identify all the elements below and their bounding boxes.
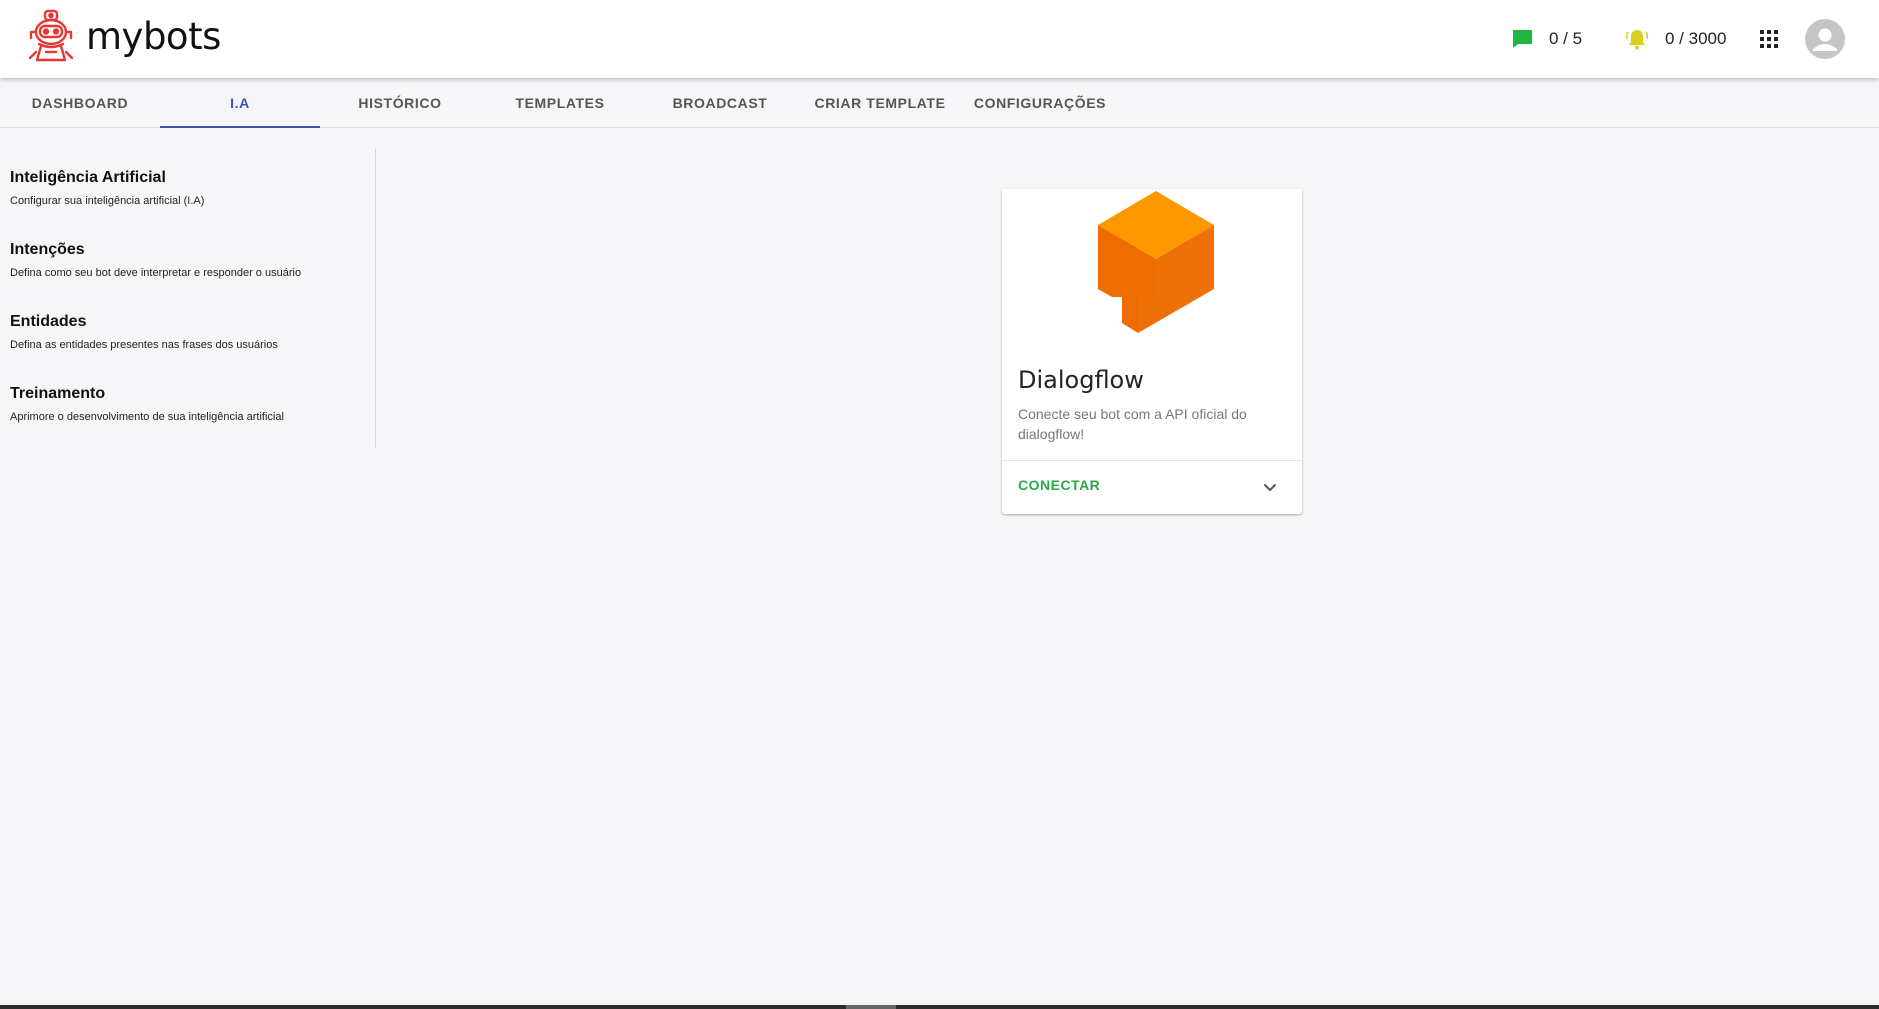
bottom-bar bbox=[0, 1005, 1879, 1009]
sidebar-item-entidades[interactable]: Entidades Defina as entidades presentes … bbox=[10, 313, 360, 351]
sidebar-item-description: Defina as entidades presentes nas frases… bbox=[10, 339, 278, 351]
dialogflow-card: Dialogflow Conecte seu bot com a API ofi… bbox=[1002, 189, 1302, 514]
top-app-bar: mybots 0 / 5 0 / 3000 bbox=[0, 0, 1879, 78]
bell-ringing-icon bbox=[1625, 30, 1649, 50]
card-description: Conecte seu bot com a API oficial do dia… bbox=[1018, 406, 1247, 442]
chat-bubble-icon bbox=[1513, 30, 1532, 48]
ia-sidebar: Inteligência Artificial Configurar sua i… bbox=[0, 149, 376, 448]
brand-name: mybots bbox=[86, 14, 221, 58]
brand-logo[interactable]: mybots bbox=[24, 8, 221, 64]
main-tabs: DASHBOARD I.A HISTÓRICO TEMPLATES BROADC… bbox=[0, 78, 1879, 128]
chevron-down-icon[interactable] bbox=[1258, 475, 1282, 499]
scroll-indicator bbox=[846, 1005, 896, 1009]
sidebar-item-inteligencia-artificial[interactable]: Inteligência Artificial Configurar sua i… bbox=[10, 169, 360, 207]
sidebar-item-title: Intenções bbox=[10, 241, 85, 258]
card-title: Dialogflow bbox=[1018, 366, 1144, 394]
messages-count: 0 / 5 bbox=[1549, 29, 1583, 48]
dialogflow-logo-icon bbox=[1098, 191, 1214, 333]
sidebar-item-title: Entidades bbox=[10, 313, 87, 330]
tab-ia[interactable]: I.A bbox=[160, 78, 320, 128]
tab-criar-template[interactable]: CRIAR TEMPLATE bbox=[800, 78, 960, 128]
sidebar-item-description: Aprimore o desenvolvimento de sua inteli… bbox=[10, 411, 284, 423]
avatar[interactable] bbox=[1805, 19, 1845, 59]
sidebar-item-intencoes[interactable]: Intenções Defina como seu bot deve inter… bbox=[10, 241, 360, 279]
notifications-counter[interactable]: 0 / 3000 bbox=[1625, 24, 1726, 54]
messages-counter[interactable]: 0 / 5 bbox=[1511, 24, 1582, 54]
robot-logo-icon bbox=[28, 9, 74, 62]
connect-button[interactable]: CONECTAR bbox=[1018, 477, 1100, 493]
apps-grid-icon[interactable] bbox=[1760, 30, 1778, 48]
sidebar-item-description: Configurar sua inteligência artificial (… bbox=[10, 195, 205, 207]
tab-broadcast[interactable]: BROADCAST bbox=[640, 78, 800, 128]
sidebar-item-title: Treinamento bbox=[10, 385, 106, 402]
sidebar-item-title: Inteligência Artificial bbox=[10, 169, 166, 186]
user-placeholder-icon bbox=[1813, 28, 1837, 51]
card-divider bbox=[1002, 460, 1302, 461]
tab-configuracoes[interactable]: CONFIGURAÇÕES bbox=[960, 78, 1120, 128]
tab-templates[interactable]: TEMPLATES bbox=[480, 78, 640, 128]
tab-dashboard[interactable]: DASHBOARD bbox=[0, 78, 160, 128]
sidebar-item-description: Defina como seu bot deve interpretar e r… bbox=[10, 267, 302, 279]
tab-historico[interactable]: HISTÓRICO bbox=[320, 78, 480, 128]
sidebar-item-treinamento[interactable]: Treinamento Aprimore o desenvolvimento d… bbox=[10, 385, 360, 423]
notifications-count: 0 / 3000 bbox=[1665, 29, 1727, 48]
